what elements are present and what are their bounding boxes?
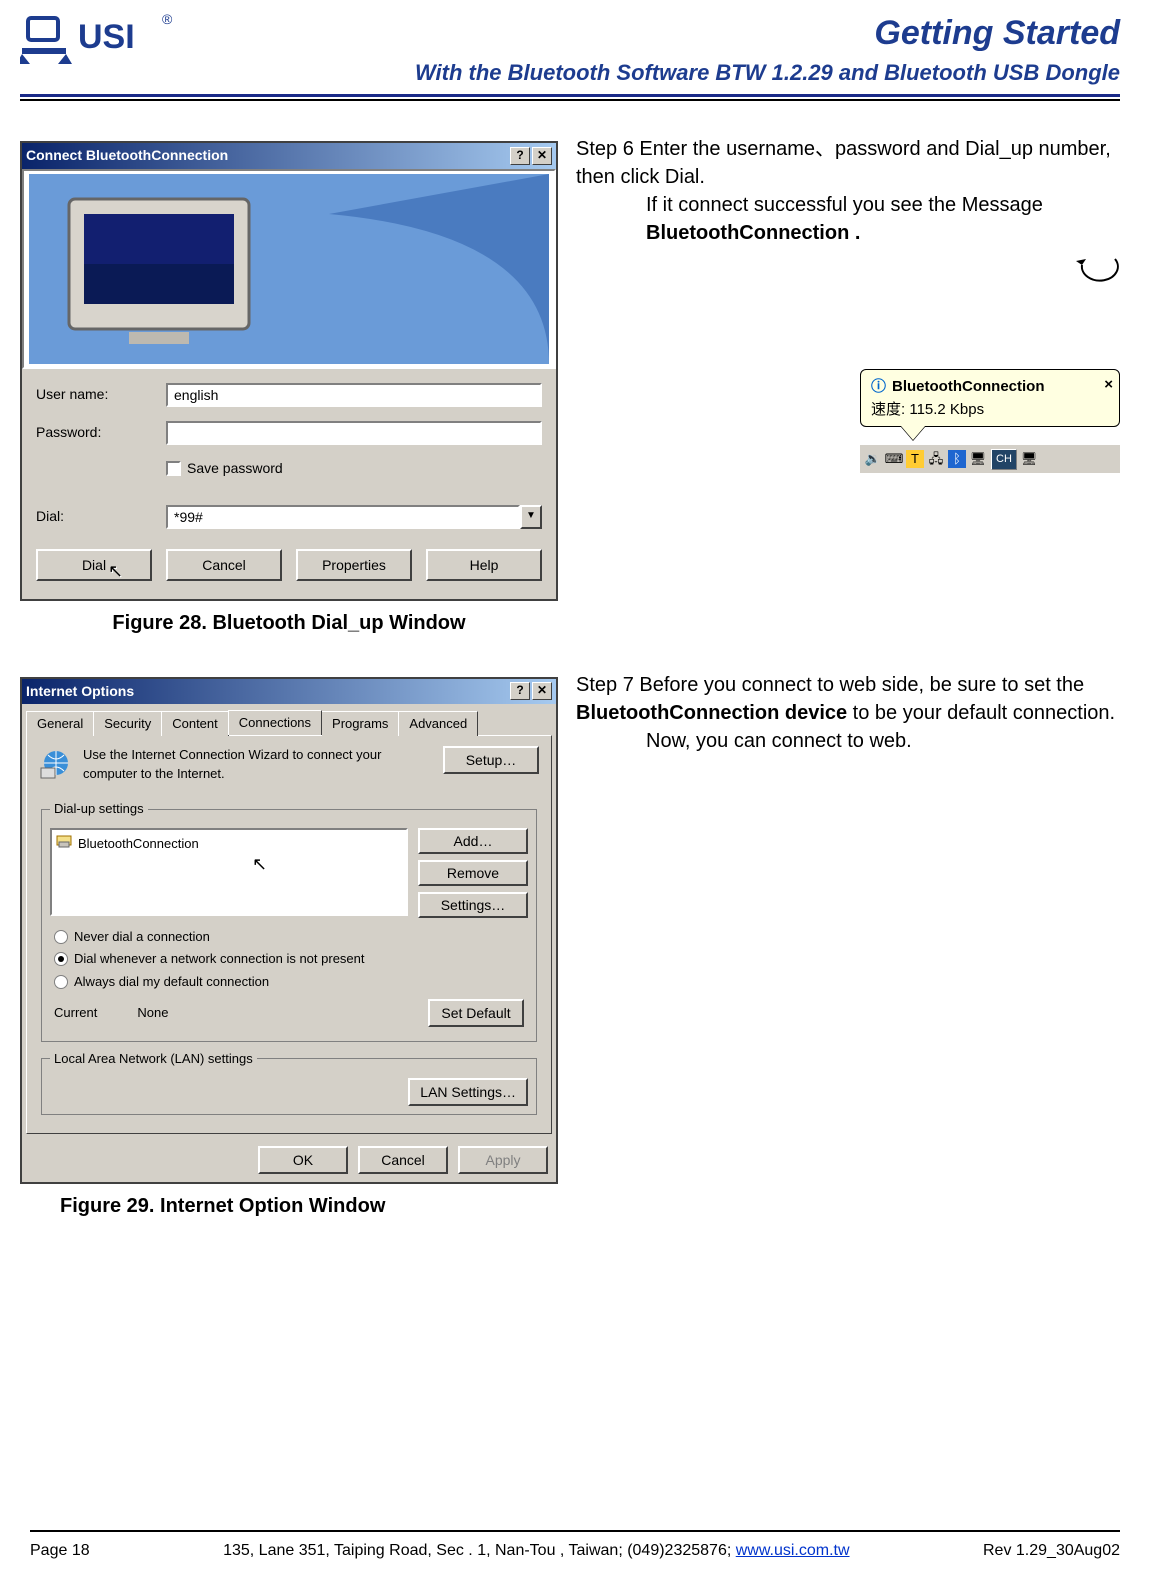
tray-network-icon[interactable]: 🖧 xyxy=(927,450,945,468)
radio-always[interactable]: Always dial my default connection xyxy=(50,971,528,993)
setup-button[interactable]: Setup… xyxy=(443,746,539,774)
connections-listbox[interactable]: BluetoothConnection ↖ xyxy=(50,828,408,916)
current-value: None xyxy=(137,1004,168,1022)
tab-programs[interactable]: Programs xyxy=(321,711,399,736)
cancel-button[interactable]: Cancel xyxy=(166,549,282,581)
step6-text: Step 6 Enter the username、password and D… xyxy=(576,135,1120,473)
tab-content[interactable]: Content xyxy=(161,711,229,736)
curved-arrow-icon xyxy=(1070,251,1120,291)
doc-header: USI ® Getting Started With the Bluetooth… xyxy=(0,0,1150,101)
set-default-button[interactable]: Set Default xyxy=(428,999,524,1027)
tray-bluetooth-icon[interactable]: ᛒ xyxy=(948,450,966,468)
tray-doc-icon[interactable]: T xyxy=(906,450,924,468)
step7-text: Step 7 Before you connect to web side, b… xyxy=(576,671,1120,755)
io-close-icon[interactable]: ✕ xyxy=(532,682,552,700)
password-field[interactable] xyxy=(166,421,542,445)
connect-dialog: Connect BluetoothConnection ? ✕ xyxy=(20,141,558,600)
balloon-title: BluetoothConnection xyxy=(892,376,1044,397)
ime-language-button[interactable]: CH xyxy=(991,449,1017,470)
io-tabpage: Use the Internet Connection Wizard to co… xyxy=(26,735,552,1134)
apply-button[interactable]: Apply xyxy=(458,1146,548,1174)
svg-text:®: ® xyxy=(162,11,173,27)
remove-button[interactable]: Remove xyxy=(418,860,528,886)
page-number: Page 18 xyxy=(30,1540,90,1562)
cursor-icon: ↖ xyxy=(252,852,267,877)
io-title: Internet Options xyxy=(26,682,134,702)
wizard-text: Use the Internet Connection Wizard to co… xyxy=(83,746,433,782)
connection-icon xyxy=(56,833,72,854)
doc-title: Getting Started xyxy=(20,10,1120,58)
balloon-speed: 速度: 115.2 Kbps xyxy=(871,399,1083,420)
password-label: Password: xyxy=(36,423,166,443)
help-icon[interactable]: ? xyxy=(510,147,530,165)
username-label: User name: xyxy=(36,385,166,405)
radio-whenever[interactable]: Dial whenever a network connection is no… xyxy=(50,948,528,970)
dial-dropdown-icon[interactable]: ▼ xyxy=(520,505,542,529)
close-icon[interactable]: ✕ xyxy=(532,147,552,165)
footer-rule xyxy=(30,1530,1120,1532)
tab-general[interactable]: General xyxy=(26,711,94,736)
globe-wizard-icon xyxy=(39,746,73,786)
list-item-label: BluetoothConnection xyxy=(78,835,199,853)
io-titlebar: Internet Options ? ✕ xyxy=(22,679,556,705)
lan-legend: Local Area Network (LAN) settings xyxy=(50,1050,257,1068)
lan-settings-group: Local Area Network (LAN) settings LAN Se… xyxy=(41,1050,537,1115)
current-label: Current xyxy=(54,1004,97,1022)
tray-keyboard-icon[interactable]: ⌨ xyxy=(885,450,903,468)
save-password-checkbox[interactable] xyxy=(166,461,181,476)
header-rule-2 xyxy=(20,99,1120,101)
taskbar: 🔉 ⌨ T 🖧 ᛒ 🖥 CH 🖥 xyxy=(860,443,1120,473)
save-password-label: Save password xyxy=(187,459,283,479)
internet-options-dialog: Internet Options ? ✕ General Security Co… xyxy=(20,677,558,1184)
connect-dialog-titlebar: Connect BluetoothConnection ? ✕ xyxy=(22,143,556,169)
io-tabs: General Security Content Connections Pro… xyxy=(22,704,556,735)
tab-security[interactable]: Security xyxy=(93,711,162,736)
balloon-close-icon[interactable]: × xyxy=(1104,374,1113,395)
tray-volume-icon[interactable]: 🔉 xyxy=(864,450,882,468)
tray-modem-icon[interactable]: 🖥 xyxy=(969,450,987,468)
balloon-tooltip: ⓘ BluetoothConnection 速度: 115.2 Kbps × xyxy=(860,369,1120,427)
connect-dialog-title: Connect BluetoothConnection xyxy=(26,146,228,166)
settings-button[interactable]: Settings… xyxy=(418,892,528,918)
figure-28-caption: Figure 28. Bluetooth Dial_up Window xyxy=(20,609,558,637)
block-step6: Connect BluetoothConnection ? ✕ xyxy=(20,141,1120,636)
list-item[interactable]: BluetoothConnection xyxy=(54,832,404,855)
dial-button[interactable]: Dial xyxy=(36,549,152,581)
tray-icons: 🔉 ⌨ T 🖧 ᛒ 🖥 xyxy=(864,450,987,468)
lan-settings-button[interactable]: LAN Settings… xyxy=(408,1078,528,1106)
tray-extra-icon[interactable]: 🖥 xyxy=(1021,450,1038,468)
footer-link[interactable]: www.usi.com.tw xyxy=(736,1542,850,1559)
dialup-settings-group: Dial-up settings BluetoothConnection ↖ xyxy=(41,800,537,1042)
properties-button[interactable]: Properties xyxy=(296,549,412,581)
dialup-animation-image xyxy=(22,169,556,369)
io-help-icon[interactable]: ? xyxy=(510,682,530,700)
help-button[interactable]: Help xyxy=(426,549,542,581)
block-step7: Internet Options ? ✕ General Security Co… xyxy=(20,677,1120,1220)
radio-never[interactable]: Never dial a connection xyxy=(50,926,528,948)
add-button[interactable]: Add… xyxy=(418,828,528,854)
dialup-legend: Dial-up settings xyxy=(50,800,148,818)
header-rule-1 xyxy=(20,94,1120,97)
username-field[interactable] xyxy=(166,383,542,407)
figure-29-caption: Figure 29. Internet Option Window xyxy=(20,1192,558,1220)
dial-field[interactable] xyxy=(166,505,520,529)
footer-address: 135, Lane 351, Taiping Road, Sec . 1, Na… xyxy=(223,1540,849,1562)
io-cancel-button[interactable]: Cancel xyxy=(358,1146,448,1174)
doc-subtitle: With the Bluetooth Software BTW 1.2.29 a… xyxy=(20,58,1120,89)
tray-notification: ⓘ BluetoothConnection 速度: 115.2 Kbps × 🔉… xyxy=(860,369,1120,473)
dial-label: Dial: xyxy=(36,507,166,527)
doc-footer: Page 18 135, Lane 351, Taiping Road, Sec… xyxy=(0,1530,1150,1562)
usi-logo-graphic: USI ® xyxy=(20,10,180,68)
svg-text:USI: USI xyxy=(78,18,135,56)
footer-revision: Rev 1.29_30Aug02 xyxy=(983,1540,1120,1562)
ok-button[interactable]: OK xyxy=(258,1146,348,1174)
info-icon: ⓘ xyxy=(871,376,886,397)
tab-connections[interactable]: Connections xyxy=(228,710,322,735)
tab-advanced[interactable]: Advanced xyxy=(398,711,478,736)
